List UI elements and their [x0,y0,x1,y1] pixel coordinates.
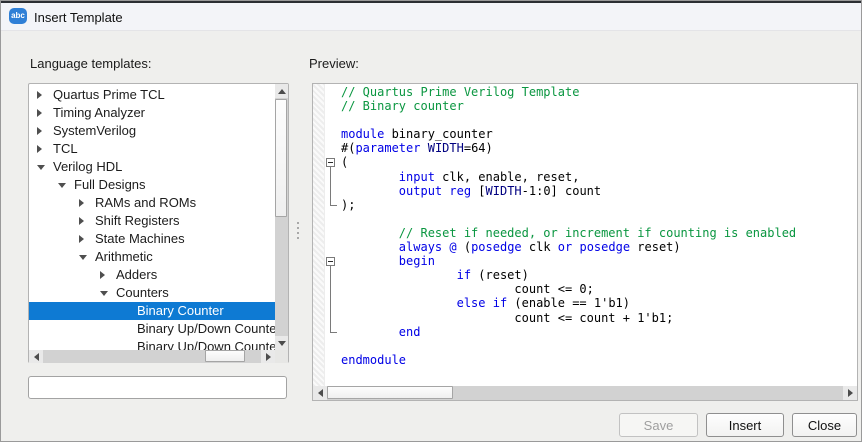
tree-item-label: Timing Analyzer [53,104,145,122]
expand-arrow-icon[interactable] [79,199,84,207]
tree-item-label: Verilog HDL [53,158,122,176]
save-button[interactable]: Save [619,413,698,437]
tree-item-tcl[interactable]: TCL [29,140,275,158]
template-tree[interactable]: Quartus Prime TCLTiming AnalyzerSystemVe… [29,84,275,350]
tree-item-label: State Machines [95,230,185,248]
fold-marker[interactable] [326,257,335,266]
scroll-right-arrow-icon[interactable] [261,350,275,363]
tree-item-timing-analyzer[interactable]: Timing Analyzer [29,104,275,122]
title-bar[interactable]: abc Insert Template [1,3,862,31]
expand-arrow-icon[interactable] [79,235,84,243]
scroll-up-arrow-icon[interactable] [275,84,288,98]
tree-item-label: Arithmetic [95,248,153,266]
tree-item-label: RAMs and ROMs [95,194,196,212]
tree-item-label: TCL [53,140,78,158]
preview-label: Preview: [309,56,359,71]
tree-item-rams-and-roms[interactable]: RAMs and ROMs [29,194,275,212]
tree-item-label: Binary Counter [137,302,224,320]
preview-horizontal-scrollbar[interactable] [313,386,857,400]
language-templates-tree: Quartus Prime TCLTiming AnalyzerSystemVe… [28,83,289,363]
collapse-arrow-icon[interactable] [37,165,45,170]
tree-item-verilog-hdl[interactable]: Verilog HDL [29,158,275,176]
collapse-arrow-icon[interactable] [79,255,87,260]
expand-arrow-icon[interactable] [37,127,42,135]
tree-item-shift-registers[interactable]: Shift Registers [29,212,275,230]
template-filter-input[interactable] [28,376,287,399]
tree-item-label: Binary Up/Down Counter [137,320,275,338]
tree-item-label: Counters [116,284,169,302]
code-preview: // Quartus Prime Verilog Template// Bina… [341,85,796,367]
tree-item-full-designs[interactable]: Full Designs [29,176,275,194]
tree-vertical-scrollbar[interactable] [275,84,288,350]
tree-item-label: Binary Up/Down Counter w [137,338,275,350]
scroll-left-arrow-icon[interactable] [29,350,43,363]
tree-item-counters[interactable]: Counters [29,284,275,302]
scroll-right-arrow-icon[interactable] [843,386,857,400]
fold-marker[interactable] [326,158,335,167]
scrollbar-corner [275,350,288,363]
editor-margin-hatch [313,84,325,386]
scroll-left-arrow-icon[interactable] [313,386,327,400]
tree-vscroll-thumb[interactable] [275,99,287,217]
fold-line [330,167,331,205]
fold-end-tick [330,332,337,333]
panel-splitter-handle[interactable] [297,222,299,242]
collapse-arrow-icon[interactable] [100,291,108,296]
tree-item-adders[interactable]: Adders [29,266,275,284]
tree-item-label: Full Designs [74,176,146,194]
collapse-arrow-icon[interactable] [58,183,66,188]
tree-item-label: Shift Registers [95,212,180,230]
preview-pane: // Quartus Prime Verilog Template// Bina… [312,83,858,401]
window-title: Insert Template [34,10,123,25]
tree-item-systemverilog[interactable]: SystemVerilog [29,122,275,140]
insert-template-dialog: abc Insert Template Language templates: … [0,0,862,442]
scroll-down-arrow-icon[interactable] [275,336,288,350]
tree-horizontal-scrollbar[interactable] [29,350,275,363]
tree-item-arithmetic[interactable]: Arithmetic [29,248,275,266]
tree-hscroll-thumb[interactable] [205,350,245,362]
fold-line [330,266,331,332]
tree-item-quartus-prime-tcl[interactable]: Quartus Prime TCL [29,86,275,104]
fold-end-tick [330,205,337,206]
expand-arrow-icon[interactable] [79,217,84,225]
tree-item-label: Quartus Prime TCL [53,86,165,104]
expand-arrow-icon[interactable] [100,271,105,279]
expand-arrow-icon[interactable] [37,91,42,99]
insert-template-icon: abc [9,8,27,24]
expand-arrow-icon[interactable] [37,145,42,153]
tree-item-label: Adders [116,266,157,284]
tree-item-binary-up-down-counter-w[interactable]: Binary Up/Down Counter w [29,338,275,350]
tree-item-label: SystemVerilog [53,122,136,140]
preview-hscroll-thumb[interactable] [327,386,453,399]
tree-item-binary-counter[interactable]: Binary Counter [29,302,275,320]
tree-item-binary-up-down-counter[interactable]: Binary Up/Down Counter [29,320,275,338]
insert-button[interactable]: Insert [706,413,784,437]
expand-arrow-icon[interactable] [37,109,42,117]
tree-item-state-machines[interactable]: State Machines [29,230,275,248]
close-button[interactable]: Close [792,413,857,437]
language-templates-label: Language templates: [30,56,151,71]
